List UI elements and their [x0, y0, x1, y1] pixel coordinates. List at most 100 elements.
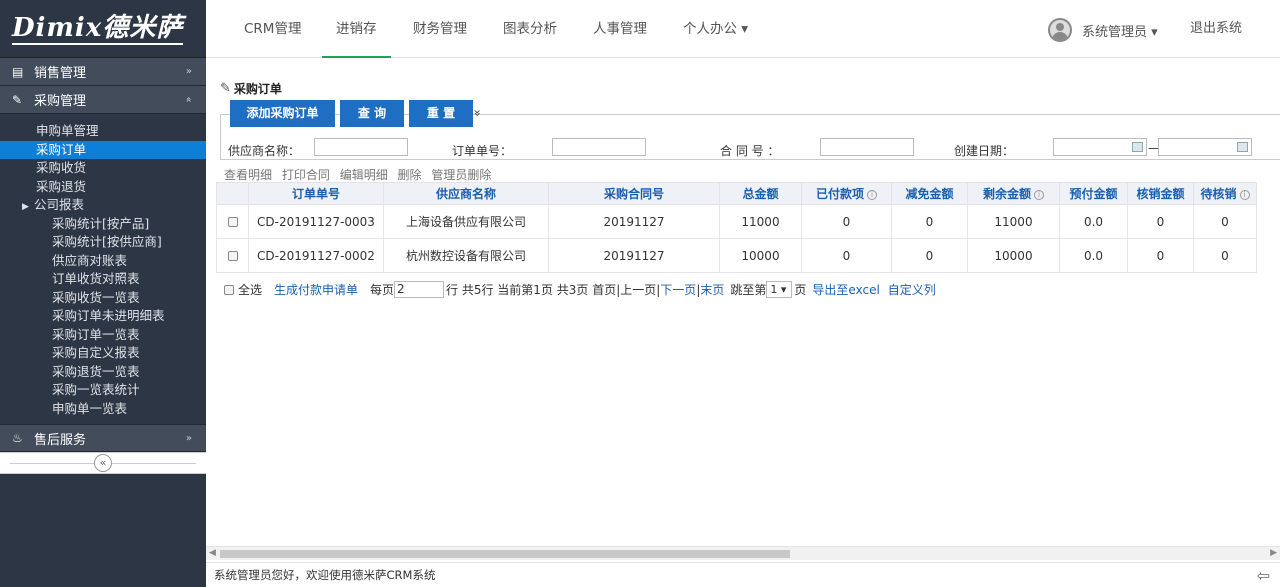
per-page-label: 每页 — [370, 283, 395, 297]
add-purchase-order-button[interactable]: 添加采购订单 — [230, 100, 335, 127]
contract-input[interactable] — [820, 138, 914, 156]
back-arrow-icon[interactable]: ⇦ — [1257, 563, 1270, 587]
scrollbar-thumb[interactable] — [220, 550, 790, 558]
column-header[interactable]: 减免金额 — [891, 182, 968, 205]
sidebar-report-item[interactable]: 供应商对账表 — [0, 252, 206, 271]
sidebar-item-purchase-receipt[interactable]: 采购收货 — [0, 159, 206, 178]
caret-right-icon: ▶ — [22, 202, 29, 212]
column-header-remaining[interactable]: 剩余金额 i — [967, 182, 1060, 205]
horizontal-scrollbar[interactable]: ◀ ▶ — [206, 546, 1280, 560]
user-menu[interactable]: 系统管理员 ▾ — [1048, 18, 1158, 42]
collapse-sidebar-button[interactable]: « — [94, 454, 112, 472]
table-cell: 0 — [1127, 238, 1194, 273]
sidebar-report-item[interactable]: 订单收货对照表 — [0, 270, 206, 289]
sidebar: Dimix德米萨 ▤ 销售管理 » ✎ 采购管理 » 申购单管理 采购订单 采购… — [0, 0, 206, 587]
export-excel-link[interactable]: 导出至excel — [812, 281, 879, 298]
tab-office[interactable]: 个人办公 ▾ — [683, 0, 748, 58]
column-header[interactable]: 总金额 — [719, 182, 802, 205]
logout-link[interactable]: 退出系统 — [1190, 0, 1242, 58]
row-checkbox[interactable] — [227, 251, 238, 261]
admin-delete-link[interactable]: 管理员删除 — [431, 168, 491, 182]
sidebar-group-reports[interactable]: ▶ 公司报表 — [0, 196, 206, 215]
table-cell: 杭州数控设备有限公司 — [383, 238, 549, 273]
start-date-input[interactable] — [1053, 138, 1147, 156]
user-name: 系统管理员 ▾ — [1082, 24, 1158, 40]
column-header-text: 待核销 — [1200, 187, 1237, 201]
column-header-paid[interactable]: 已付款项 i — [801, 182, 892, 205]
scroll-right-icon[interactable]: ▶ — [1270, 548, 1277, 558]
tab-inventory[interactable]: 进销存 — [322, 0, 391, 58]
table-header-row: 订单单号 供应商名称 采购合同号 总金额 已付款项 i 减免金额 剩余金额 i 预付… — [216, 182, 1257, 205]
sidebar-report-item[interactable]: 采购一览表统计 — [0, 381, 206, 400]
edit-icon: ✎ — [220, 81, 231, 96]
edit-detail-link[interactable]: 编辑明细 — [340, 168, 388, 182]
top-nav: CRM管理 进销存 财务管理 图表分析 人事管理 个人办公 ▾ 系统管理员 ▾ … — [206, 0, 1280, 58]
supplier-input[interactable] — [314, 138, 408, 156]
column-header[interactable]: 采购合同号 — [548, 182, 720, 205]
select-all-checkbox[interactable] — [224, 284, 234, 295]
menu-sales[interactable]: ▤ 销售管理 » — [0, 58, 206, 86]
sidebar-report-item[interactable]: 采购订单未进明细表 — [0, 307, 206, 326]
custom-columns-link[interactable]: 自定义列 — [888, 281, 936, 298]
edit-icon: ✎ — [12, 92, 23, 107]
sidebar-report-item[interactable]: 采购自定义报表 — [0, 344, 206, 363]
table-row[interactable]: CD-20191127-0002 杭州数控设备有限公司 20191127 100… — [216, 238, 1257, 273]
sidebar-report-item[interactable]: 采购统计[按产品] — [0, 215, 206, 234]
delete-link[interactable]: 删除 — [398, 168, 422, 182]
page-select[interactable]: 1 ▾ — [766, 281, 793, 298]
row-checkbox[interactable] — [227, 217, 238, 227]
sidebar-item-purchase-order[interactable]: 采购订单 — [0, 140, 206, 159]
column-header[interactable]: 核销金额 — [1127, 182, 1194, 205]
generate-payment-request-link[interactable]: 生成付款申请单 — [274, 281, 358, 298]
end-date-input[interactable] — [1158, 138, 1252, 156]
tab-crm[interactable]: CRM管理 — [244, 0, 301, 58]
view-detail-link[interactable]: 查看明细 — [224, 168, 272, 182]
order-number-link[interactable]: CD-20191127-0003 — [248, 204, 384, 239]
purchase-order-table: 订单单号 供应商名称 采购合同号 总金额 已付款项 i 减免金额 剩余金额 i 预付… — [216, 182, 1257, 273]
sidebar-item-purchase-return[interactable]: 采购退货 — [0, 178, 206, 197]
tab-finance[interactable]: 财务管理 — [413, 0, 467, 58]
table-cell: 11000 — [719, 204, 802, 239]
per-page-input[interactable]: 2 — [394, 281, 445, 298]
menu-purchase[interactable]: ✎ 采购管理 » — [0, 86, 206, 114]
jump-label: 跳至第 — [730, 283, 767, 297]
order-no-input[interactable] — [552, 138, 646, 156]
sidebar-report-item[interactable]: 申购单一览表 — [0, 400, 206, 419]
print-contract-link[interactable]: 打印合同 — [282, 168, 330, 182]
table-cell: 0 — [801, 238, 892, 273]
sidebar-report-item[interactable]: 采购订单一览表 — [0, 326, 206, 345]
column-header-pending[interactable]: 待核销 i — [1193, 182, 1257, 205]
column-header[interactable]: 预付金额 — [1059, 182, 1128, 205]
avatar — [1048, 18, 1072, 42]
status-bar: 系统管理员您好，欢迎使用德米萨CRM系统 ⇦ — [206, 562, 1280, 587]
calendar-icon[interactable] — [1237, 142, 1248, 152]
tab-charts[interactable]: 图表分析 — [503, 0, 557, 58]
reset-button[interactable]: 重 置 — [409, 100, 473, 127]
menu-after-sales-label: 售后服务 — [34, 432, 87, 448]
sidebar-item-requisition[interactable]: 申购单管理 — [0, 122, 206, 141]
column-header-text: 剩余金额 — [982, 187, 1031, 201]
table-cell: 0 — [1193, 204, 1257, 239]
column-header[interactable]: 订单单号 — [248, 182, 384, 205]
expand-search-icon[interactable]: » — [471, 109, 485, 116]
logo: Dimix德米萨 — [0, 0, 206, 58]
last-page-link[interactable]: 末页 — [700, 281, 724, 298]
column-header[interactable]: 供应商名称 — [383, 182, 549, 205]
scroll-left-icon[interactable]: ◀ — [209, 548, 216, 558]
menu-after-sales[interactable]: ♨ 售后服务 » — [0, 424, 206, 452]
table-cell: 20191127 — [548, 238, 720, 273]
table-row[interactable]: CD-20191127-0003 上海设备供应有限公司 20191127 110… — [216, 204, 1257, 239]
sidebar-collapse-bar: « — [0, 452, 206, 474]
next-page-link[interactable]: 下一页 — [660, 281, 696, 298]
sidebar-report-item[interactable]: 采购退货一览表 — [0, 363, 206, 382]
row-checkbox-cell — [216, 204, 249, 239]
sidebar-report-item[interactable]: 采购收货一览表 — [0, 289, 206, 308]
order-number-link[interactable]: CD-20191127-0002 — [248, 238, 384, 273]
tab-hr[interactable]: 人事管理 — [593, 0, 647, 58]
select-all-label: 全选 — [238, 283, 263, 297]
fire-icon: ♨ — [12, 431, 23, 445]
page-summary: 行 共5行 当前第1页 共3页 首页|上一页| — [446, 283, 661, 297]
calendar-icon[interactable] — [1132, 142, 1143, 152]
sidebar-report-item[interactable]: 采购统计[按供应商] — [0, 233, 206, 252]
query-button[interactable]: 查 询 — [340, 100, 404, 127]
